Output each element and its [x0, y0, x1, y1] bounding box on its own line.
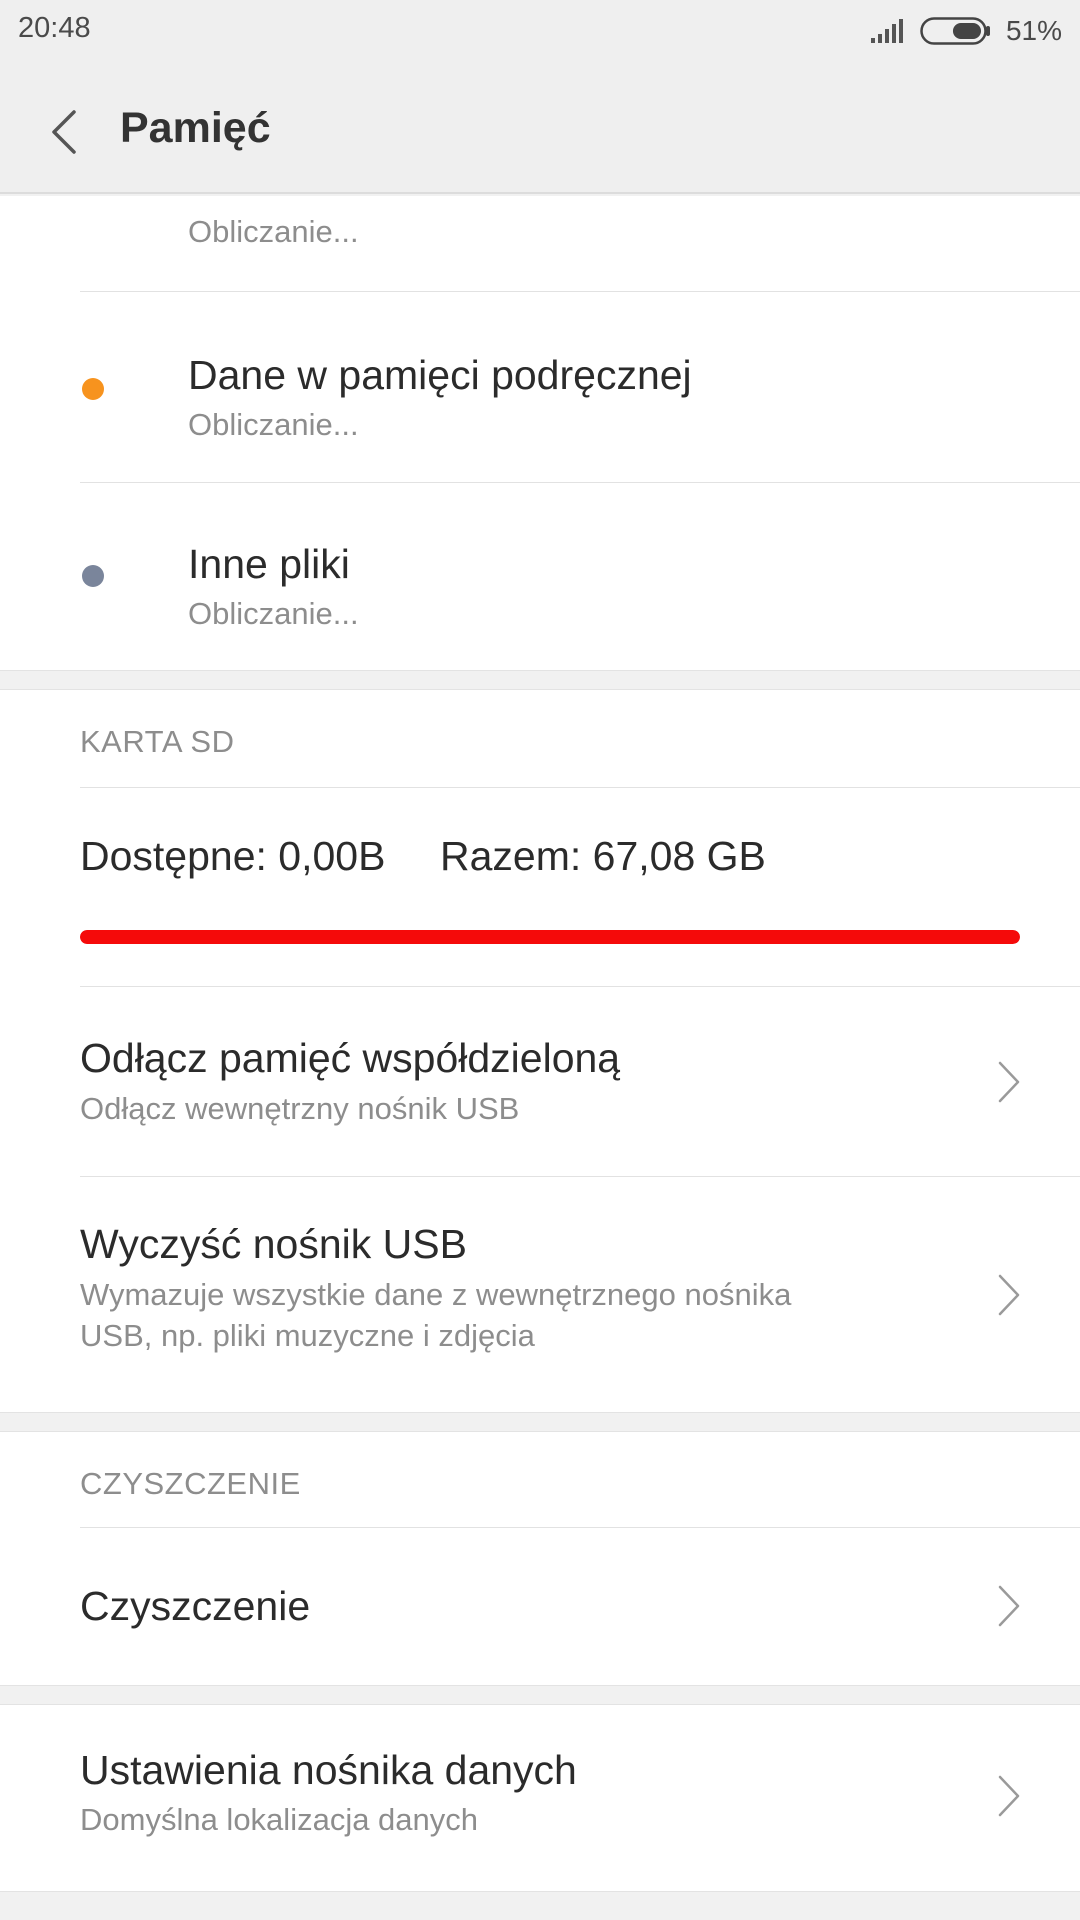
category-subtitle: Obliczanie... [188, 407, 359, 442]
list-item[interactable]: Dane w pamięci podręcznej Obliczanie... [0, 292, 1080, 482]
category-subtitle: Obliczanie... [188, 214, 359, 249]
item-subtitle-line2: USB, np. pliki muzyczne i zdjęcia [80, 1318, 535, 1353]
total-space: Razem: 67,08 GB [440, 833, 766, 879]
available-space: Dostępne: 0,00B [80, 833, 386, 879]
chevron-right-icon [998, 1274, 1020, 1316]
category-title: Inne pliki [188, 541, 350, 587]
section-gap [0, 1685, 1080, 1705]
chevron-right-icon [998, 1585, 1020, 1627]
item-title: Wyczyść nośnik USB [80, 1221, 467, 1267]
status-bar: 20:48 51% [0, 0, 1080, 62]
category-title: Dane w pamięci podręcznej [188, 352, 692, 398]
sd-capacity-summary: Dostępne: 0,00B Razem: 67,08 GB [0, 788, 1080, 948]
section-header: CZYSZCZENIE [80, 1466, 301, 1501]
item-title: Odłącz pamięć współdzieloną [80, 1035, 621, 1081]
status-icons: 51% [870, 12, 1062, 50]
page-title: Pamięć [120, 104, 271, 152]
section-header: KARTA SD [80, 724, 235, 759]
category-subtitle: Obliczanie... [188, 596, 359, 631]
section-gap [0, 1891, 1080, 1920]
chevron-right-icon [998, 1775, 1020, 1817]
list-item[interactable]: Wyczyść nośnik USB Wymazuje wszystkie da… [0, 1177, 1080, 1409]
storage-content: Obliczanie... Dane w pamięci podręcznej … [0, 196, 1080, 1920]
battery-icon [920, 17, 990, 45]
item-subtitle: Odłącz wewnętrzny nośnik USB [80, 1091, 520, 1126]
item-title: Czyszczenie [80, 1583, 311, 1629]
battery-percent: 51% [1005, 15, 1062, 46]
cleanup-section: CZYSZCZENIE Czyszczenie [0, 1432, 1080, 1685]
other-files-color-dot [82, 565, 104, 587]
chevron-left-icon[interactable] [40, 102, 90, 162]
storage-usage-bar [80, 930, 1020, 944]
storage-usage-fill [80, 930, 1020, 944]
signal-icon [870, 19, 903, 43]
item-subtitle: Wymazuje wszystkie dane z wewnętrznego n… [80, 1277, 792, 1312]
app-header: Pamięć [0, 62, 1080, 194]
cleanup-item[interactable]: Czyszczenie [0, 1528, 1080, 1685]
storage-settings-item[interactable]: Ustawienia nośnika danych Domyślna lokal… [0, 1705, 1080, 1891]
list-item[interactable]: Inne pliki Obliczanie... [0, 483, 1080, 670]
list-item[interactable]: Odłącz pamięć współdzieloną Odłącz wewnę… [0, 987, 1080, 1176]
section-gap [0, 1412, 1080, 1432]
item-title: Ustawienia nośnika danych [80, 1747, 577, 1793]
chevron-right-icon [998, 1061, 1020, 1103]
list-item[interactable]: Obliczanie... [0, 196, 1080, 292]
cache-color-dot [82, 378, 104, 400]
storage-settings-section: Ustawienia nośnika danych Domyślna lokal… [0, 1705, 1080, 1891]
status-time: 20:48 [18, 12, 91, 44]
section-gap [0, 670, 1080, 690]
item-subtitle: Domyślna lokalizacja danych [80, 1802, 479, 1837]
storage-categories-card: Obliczanie... Dane w pamięci podręcznej … [0, 196, 1080, 670]
